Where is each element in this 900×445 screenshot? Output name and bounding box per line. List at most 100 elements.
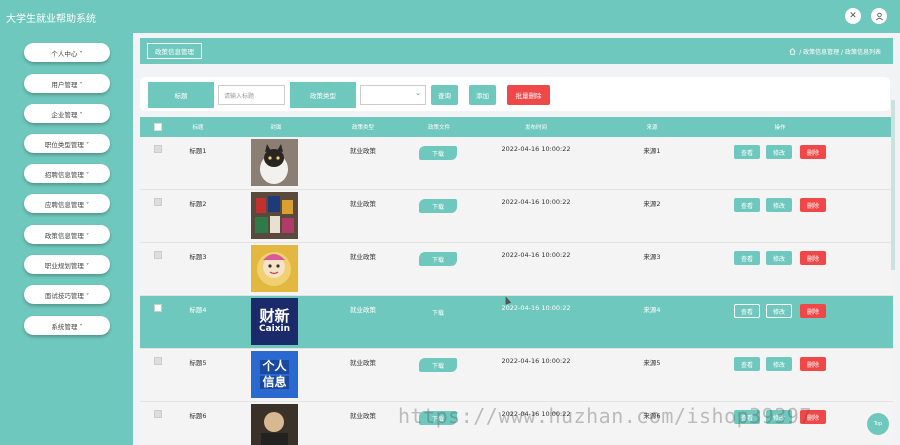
cover-text-line1: 个人 bbox=[260, 359, 289, 374]
sidebar-item-policy-management[interactable]: 政策信息管理 ˅ bbox=[24, 225, 110, 244]
row-checkbox[interactable] bbox=[154, 251, 162, 259]
chevron-down-icon: ⌄ bbox=[415, 89, 421, 97]
sidebar-item-user-management[interactable]: 用户管理 ˅ bbox=[24, 74, 110, 93]
table-header: 标题 封面 政策类型 政策文件 发布时间 来源 操作 bbox=[140, 117, 893, 137]
view-button[interactable]: 查看 bbox=[734, 198, 760, 212]
query-button[interactable]: 查询 bbox=[431, 85, 458, 105]
sidebar-item-job-type-management[interactable]: 职位类型管理 ˅ bbox=[24, 134, 110, 153]
breadcrumb-path[interactable]: / 政策信息管理 / 政策信息列表 bbox=[799, 47, 881, 56]
row-source: 来源4 bbox=[643, 306, 661, 314]
cover-image: 个人 信息 bbox=[251, 351, 298, 398]
sidebar-item-interview-tips[interactable]: 面试技巧管理 ˅ bbox=[24, 285, 110, 304]
col-time[interactable]: 发布时间 bbox=[525, 123, 547, 131]
row-source: 来源3 bbox=[643, 253, 661, 261]
row-type: 就业政策 bbox=[350, 306, 376, 314]
user-icon[interactable] bbox=[871, 8, 887, 24]
search-bar: 标题 请输入标题 政策类型 ⌄ 查询 添加 批量删除 bbox=[140, 77, 890, 111]
app-title: 大学生就业帮助系统 bbox=[6, 14, 96, 25]
table-row: 标题3 就业政策 下载 2022-04-16 10:00:22 来源3 查看 修… bbox=[140, 243, 893, 296]
row-title: 标题6 bbox=[189, 412, 207, 420]
edit-button[interactable]: 修改 bbox=[766, 145, 792, 159]
download-button[interactable]: 下载 bbox=[419, 199, 457, 213]
title-search-input[interactable]: 请输入标题 bbox=[218, 85, 285, 105]
row-title: 标题1 bbox=[189, 147, 207, 155]
row-time: 2022-04-16 10:00:22 bbox=[501, 145, 571, 153]
sidebar-item-system-management[interactable]: 系统管理 ˅ bbox=[24, 316, 110, 335]
fullscreen-icon[interactable]: ✕ bbox=[845, 8, 861, 24]
view-button[interactable]: 查看 bbox=[734, 145, 760, 159]
breadcrumb: 政策信息管理 / 政策信息管理 / 政策信息列表 bbox=[140, 38, 893, 64]
col-source[interactable]: 来源 bbox=[646, 123, 657, 131]
row-title: 标题4 bbox=[189, 306, 207, 314]
view-button[interactable]: 查看 bbox=[734, 357, 760, 371]
cover-text-caixin-cn: 财新 bbox=[259, 306, 290, 325]
row-source: 来源2 bbox=[643, 200, 661, 208]
row-time: 2022-04-16 10:00:22 bbox=[501, 251, 571, 259]
row-time: 2022-04-16 10:00:22 bbox=[501, 304, 571, 312]
download-button[interactable]: 下载 bbox=[419, 252, 457, 266]
row-type: 就业政策 bbox=[350, 253, 376, 261]
row-checkbox[interactable] bbox=[154, 145, 162, 153]
row-type: 就业政策 bbox=[350, 147, 376, 155]
sidebar: 个人中心 ˅ 用户管理 ˅ 企业管理 ˅ 职位类型管理 ˅ 招聘信息管理 ˅ 应… bbox=[0, 33, 133, 445]
edit-button[interactable]: 修改 bbox=[766, 357, 792, 371]
row-title: 标题2 bbox=[189, 200, 207, 208]
table-row: 标题2 就业政策 下载 2022-04-16 10:00:22 来源2 查看 修… bbox=[140, 190, 893, 243]
main-content: 政策信息管理 / 政策信息管理 / 政策信息列表 标题 请输入标题 政策类型 ⌄… bbox=[133, 33, 900, 445]
delete-button[interactable]: 删除 bbox=[800, 198, 826, 212]
download-button[interactable]: 下载 bbox=[419, 305, 457, 319]
delete-button[interactable]: 删除 bbox=[800, 304, 826, 318]
view-button[interactable]: 查看 bbox=[734, 251, 760, 265]
download-button[interactable]: 下载 bbox=[419, 358, 457, 372]
select-all-checkbox[interactable] bbox=[154, 123, 162, 131]
watermark: https://www.huzhan.com/ishop39397 bbox=[398, 404, 812, 428]
view-button[interactable]: 查看 bbox=[734, 304, 760, 318]
col-cover: 封面 bbox=[270, 125, 282, 131]
row-checkbox[interactable] bbox=[154, 357, 162, 365]
row-type: 就业政策 bbox=[350, 200, 376, 208]
row-type: 就业政策 bbox=[350, 412, 376, 420]
batch-delete-button[interactable]: 批量删除 bbox=[507, 85, 550, 105]
cover-image bbox=[251, 192, 298, 239]
delete-button[interactable]: 删除 bbox=[800, 357, 826, 371]
delete-button[interactable]: 删除 bbox=[800, 251, 826, 265]
sidebar-item-personal-center[interactable]: 个人中心 ˅ bbox=[24, 43, 110, 62]
col-type[interactable]: 政策类型 bbox=[352, 123, 374, 131]
row-time: 2022-04-16 10:00:22 bbox=[501, 357, 571, 365]
sidebar-item-company-management[interactable]: 企业管理 ˅ bbox=[24, 104, 110, 123]
table-row: 标题4 财新 Caixin 就业政策 下载 2022-04-16 10:00:2… bbox=[140, 296, 893, 349]
policy-table: 标题 封面 政策类型 政策文件 发布时间 来源 操作 标题1 就业政策 下载 2… bbox=[140, 117, 893, 445]
policy-type-select[interactable]: ⌄ bbox=[360, 85, 426, 105]
delete-button[interactable]: 删除 bbox=[800, 145, 826, 159]
col-actions: 操作 bbox=[774, 125, 786, 131]
title-filter-label: 标题 bbox=[148, 82, 214, 108]
type-filter-label: 政策类型 bbox=[290, 82, 356, 108]
row-time: 2022-04-16 10:00:22 bbox=[501, 198, 571, 206]
edit-button[interactable]: 修改 bbox=[766, 198, 792, 212]
row-title: 标题3 bbox=[189, 253, 207, 261]
cover-text-caixin-en: Caixin bbox=[258, 323, 291, 334]
col-title[interactable]: 标题 bbox=[192, 123, 203, 131]
cover-text-line2: 信息 bbox=[260, 374, 289, 389]
top-bar: 大学生就业帮助系统 ✕ bbox=[0, 0, 900, 33]
edit-button[interactable]: 修改 bbox=[766, 304, 792, 318]
row-checkbox[interactable] bbox=[154, 198, 162, 206]
table-row: 标题1 就业政策 下载 2022-04-16 10:00:22 来源1 查看 修… bbox=[140, 137, 893, 190]
add-button[interactable]: 添加 bbox=[469, 85, 496, 105]
page-title: 政策信息管理 bbox=[147, 43, 202, 59]
home-icon[interactable] bbox=[789, 48, 796, 55]
row-source: 来源1 bbox=[643, 147, 661, 155]
sidebar-item-recruitment-management[interactable]: 招聘信息管理 ˅ bbox=[24, 164, 110, 183]
back-to-top-button[interactable]: Top bbox=[867, 413, 889, 435]
sidebar-item-application-management[interactable]: 应聘信息管理 ˅ bbox=[24, 194, 110, 213]
scrollbar[interactable] bbox=[891, 100, 895, 270]
table-row: 标题5 个人 信息 就业政策 下载 2022-04-16 10:00:22 来源… bbox=[140, 349, 893, 402]
edit-button[interactable]: 修改 bbox=[766, 251, 792, 265]
cover-image bbox=[251, 245, 298, 292]
sidebar-item-career-planning[interactable]: 职业规划管理 ˅ bbox=[24, 255, 110, 274]
download-button[interactable]: 下载 bbox=[419, 146, 457, 160]
row-source: 来源5 bbox=[643, 359, 661, 367]
cover-image bbox=[251, 139, 298, 186]
row-checkbox[interactable] bbox=[154, 410, 162, 418]
row-checkbox[interactable] bbox=[154, 304, 162, 312]
